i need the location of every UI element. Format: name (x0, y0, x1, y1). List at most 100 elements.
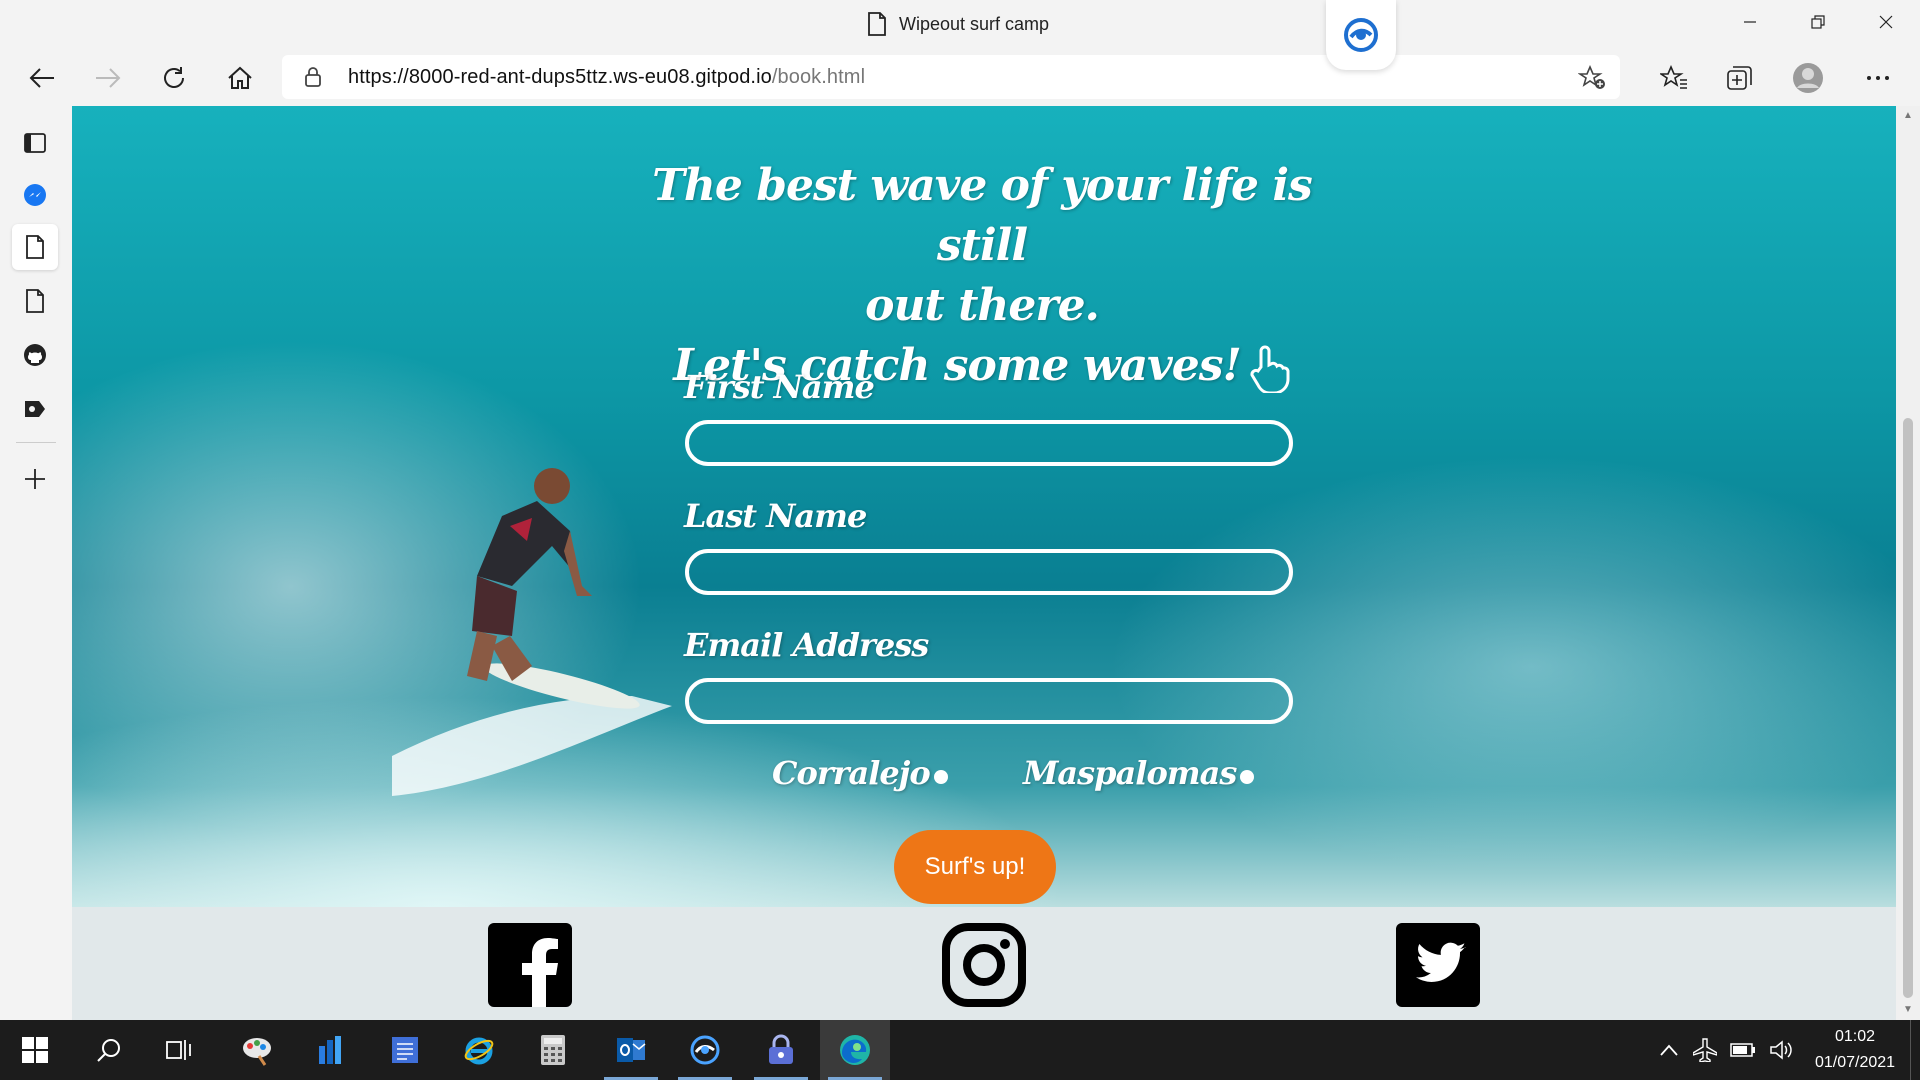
edge-icon (840, 1035, 870, 1065)
arrow-right-icon (96, 68, 121, 88)
add-icon (25, 469, 45, 489)
first-name-input[interactable] (685, 420, 1293, 466)
outlook-icon (617, 1038, 646, 1062)
close-button[interactable] (1852, 0, 1920, 44)
surfer-image (392, 468, 672, 796)
home-icon (228, 66, 252, 89)
page-icon (26, 289, 44, 313)
add-sidebar-item-button[interactable] (12, 456, 58, 502)
remote-assist-icon (1344, 18, 1378, 52)
battery-button[interactable] (1724, 1020, 1762, 1080)
radio-option-maspalomas[interactable]: Maspalomas (1023, 754, 1255, 792)
facebook-icon (488, 923, 572, 1007)
taskbar-clock[interactable]: 01:02 01/07/2021 (1800, 1024, 1910, 1076)
taskbar-app-calculator[interactable] (518, 1020, 588, 1080)
last-name-input[interactable] (685, 549, 1293, 595)
page-headline: The best wave of your life is still out … (632, 156, 1332, 396)
twitter-link[interactable] (1396, 923, 1480, 1007)
building-chart-icon (319, 1036, 341, 1064)
collections-button[interactable] (1720, 60, 1760, 96)
headline-line-1: The best wave of your life is still (652, 160, 1313, 271)
email-input[interactable] (685, 678, 1293, 724)
radio-label-maspalomas: Maspalomas (1023, 754, 1237, 792)
taskbar-app-paint[interactable] (222, 1020, 292, 1080)
task-view-icon (166, 1040, 191, 1060)
radio-option-corralejo[interactable]: Corralejo (772, 754, 948, 792)
back-button[interactable] (22, 60, 62, 96)
windows-taskbar: 01:02 01/07/2021 (0, 1020, 1920, 1080)
scrollbar-thumb[interactable] (1903, 418, 1913, 998)
browser-toolbar: https://8000-red-ant-dups5ttz.ws-eu08.gi… (0, 50, 1920, 106)
first-name-label: First Name (684, 368, 875, 406)
page-scrollbar[interactable]: ▲ ▼ (1896, 106, 1920, 1020)
taskbar-app-lock[interactable] (746, 1020, 816, 1080)
pointing-hand-icon (1250, 345, 1290, 393)
show-desktop-button[interactable] (1910, 1020, 1920, 1080)
radio-button-maspalomas[interactable] (1240, 770, 1255, 784)
title-bar: Wipeout surf camp (0, 0, 1920, 70)
last-name-label: Last Name (684, 497, 867, 535)
avatar-icon (1793, 63, 1823, 93)
clock-time: 01:02 (1834, 1028, 1876, 1045)
search-icon (97, 1039, 120, 1062)
address-bar[interactable]: https://8000-red-ant-dups5ttz.ws-eu08.gi… (282, 55, 1620, 99)
start-button[interactable] (0, 1020, 70, 1080)
extension-bubble[interactable] (1326, 0, 1396, 70)
forward-button[interactable] (88, 60, 128, 96)
active-tab[interactable]: Wipeout surf camp (867, 12, 1049, 36)
sidebar-item-outlook[interactable] (12, 386, 58, 432)
restore-button[interactable] (1784, 0, 1852, 44)
scroll-up-icon[interactable]: ▲ (1903, 110, 1913, 121)
minimize-button[interactable] (1716, 0, 1784, 44)
sidebar-item-messenger[interactable] (12, 172, 58, 218)
favorites-button[interactable] (1654, 60, 1694, 96)
system-tray: 01:02 01/07/2021 (1652, 1020, 1920, 1080)
volume-button[interactable] (1762, 1020, 1800, 1080)
instagram-link[interactable] (942, 923, 1026, 1007)
tab-actions-button[interactable] (12, 120, 58, 166)
email-label: Email Address (684, 626, 929, 664)
settings-more-button[interactable] (1858, 60, 1898, 96)
home-button[interactable] (220, 60, 260, 96)
instagram-icon (942, 923, 1026, 1007)
windows-icon (22, 1037, 48, 1063)
notepad-icon (392, 1037, 418, 1063)
radio-label-corralejo: Corralejo (772, 754, 931, 792)
more-icon (1867, 76, 1889, 80)
browser-sidebar (0, 106, 72, 1020)
headline-line-2: out there. (865, 280, 1100, 331)
url-host: https://8000-red-ant-dups5ttz.ws-eu08.gi… (348, 65, 772, 88)
taskbar-app-edge[interactable] (820, 1020, 890, 1080)
add-favorite-icon[interactable] (1577, 64, 1606, 96)
taskbar-app-ie[interactable] (444, 1020, 514, 1080)
airplane-mode-button[interactable] (1686, 1020, 1724, 1080)
chevron-up-icon (1660, 1044, 1678, 1056)
taskbar-app-outlook[interactable] (596, 1020, 666, 1080)
sidebar-item-page-active[interactable] (12, 224, 58, 270)
task-view-button[interactable] (144, 1020, 214, 1080)
lock-icon[interactable] (304, 66, 322, 93)
search-button[interactable] (74, 1020, 144, 1080)
collections-icon (1727, 66, 1752, 90)
show-hidden-icons-button[interactable] (1652, 1020, 1686, 1080)
airplane-icon (1693, 1038, 1717, 1062)
submit-button[interactable]: Surf's up! (894, 830, 1056, 904)
taskbar-app-notepad[interactable] (370, 1020, 440, 1080)
radio-button-corralejo[interactable] (933, 770, 948, 784)
facebook-link[interactable] (488, 923, 572, 1007)
internet-explorer-icon (464, 1037, 494, 1065)
profile-button[interactable] (1788, 60, 1828, 96)
sidebar-item-github[interactable] (12, 332, 58, 378)
sidebar-item-page[interactable] (12, 278, 58, 324)
taskbar-app-azure[interactable] (296, 1020, 366, 1080)
web-page: The best wave of your life is still out … (72, 106, 1896, 1020)
scroll-down-icon[interactable]: ▼ (1903, 1004, 1913, 1015)
remote-assist-icon (690, 1035, 720, 1065)
favorites-icon (1660, 65, 1687, 89)
github-icon (24, 344, 46, 366)
refresh-icon (164, 67, 184, 88)
refresh-button[interactable] (154, 60, 194, 96)
taskbar-app-remote-assist[interactable] (670, 1020, 740, 1080)
sidebar-divider (16, 442, 56, 443)
clock-date: 01/07/2021 (1814, 1054, 1896, 1071)
